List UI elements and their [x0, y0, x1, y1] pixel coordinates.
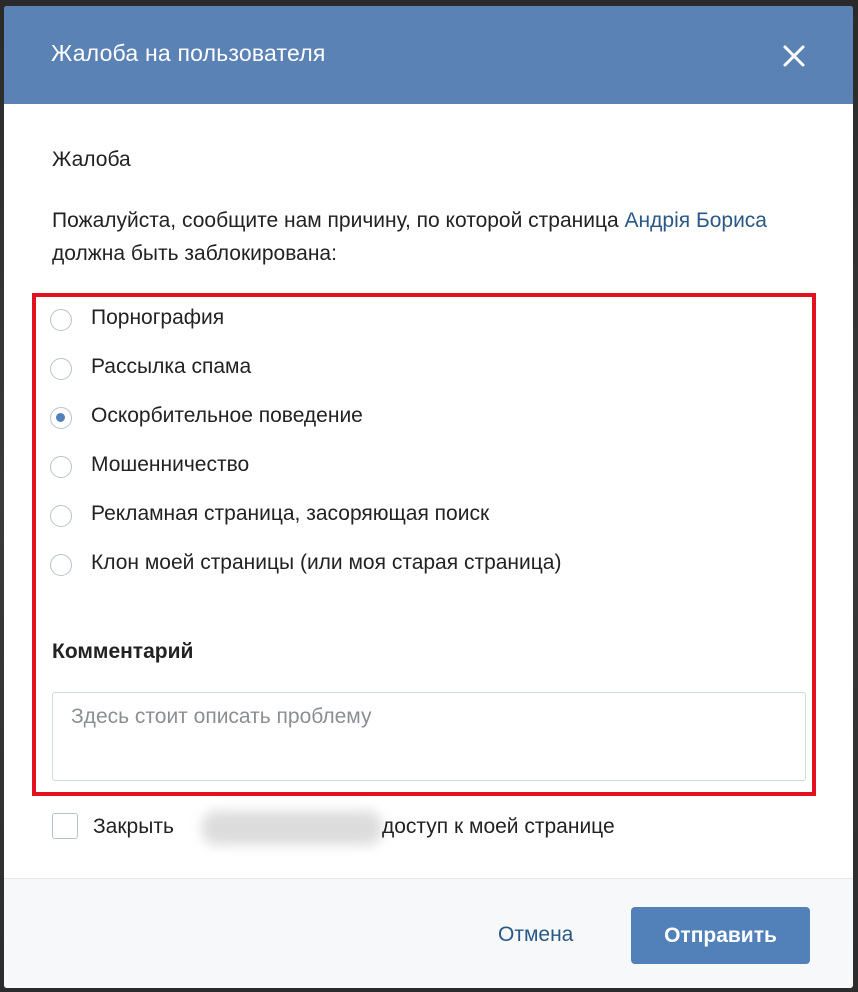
- report-user-dialog: Жалоба на пользователя Жалоба Пожалуйста…: [4, 6, 853, 988]
- reason-option-pornography[interactable]: Порнография: [50, 304, 810, 353]
- description-prefix: Пожалуйста, сообщите нам причину, по кот…: [52, 209, 625, 232]
- reason-radio-group: Порнография Рассылка спама Оскорбительно…: [50, 304, 810, 598]
- reason-option-fraud[interactable]: Мошенничество: [50, 451, 810, 500]
- reason-option-advertising-page[interactable]: Рекламная страница, засоряющая поиск: [50, 500, 810, 549]
- restrict-access-text-before: Закрыть: [93, 815, 174, 838]
- reason-option-spam[interactable]: Рассылка спама: [50, 353, 810, 402]
- dialog-title: Жалоба на пользователя: [51, 40, 326, 66]
- dialog-header: Жалоба на пользователя: [4, 6, 853, 104]
- complaint-section-title: Жалоба: [52, 148, 131, 171]
- radio-button[interactable]: [50, 309, 72, 331]
- cancel-button[interactable]: Отмена: [484, 915, 587, 955]
- reason-label: Клон моей страницы (или моя старая стран…: [91, 551, 562, 574]
- submit-button[interactable]: Отправить: [631, 907, 810, 964]
- radio-button[interactable]: [50, 456, 72, 478]
- restrict-access-option[interactable]: Закрыть доступ к моей странице: [52, 811, 752, 845]
- reason-label: Мошенничество: [91, 453, 250, 476]
- restrict-access-text-after: доступ к моей странице: [382, 815, 615, 838]
- complaint-description: Пожалуйста, сообщите нам причину, по кот…: [52, 204, 822, 270]
- reported-user-link[interactable]: Андрія Бориса: [625, 209, 767, 232]
- reason-label: Рекламная страница, засоряющая поиск: [91, 502, 490, 525]
- close-icon: [783, 45, 805, 67]
- description-suffix: должна быть заблокирована:: [52, 242, 337, 265]
- restrict-access-checkbox[interactable]: [52, 813, 78, 839]
- radio-button[interactable]: [50, 505, 72, 527]
- radio-button-selected[interactable]: [50, 407, 72, 429]
- radio-button[interactable]: [50, 358, 72, 380]
- dialog-footer: Отмена Отправить: [4, 878, 853, 988]
- close-button[interactable]: [778, 40, 810, 72]
- reason-option-clone-page[interactable]: Клон моей страницы (или моя старая стран…: [50, 549, 810, 598]
- reason-label: Порнография: [91, 306, 225, 329]
- comment-textarea[interactable]: [52, 692, 806, 781]
- radio-button[interactable]: [50, 554, 72, 576]
- blurred-user-name: [202, 811, 382, 845]
- reason-label: Рассылка спама: [91, 355, 252, 378]
- comment-label: Комментарий: [52, 640, 194, 663]
- reason-option-abusive-behavior[interactable]: Оскорбительное поведение: [50, 402, 810, 451]
- reason-label: Оскорбительное поведение: [91, 404, 363, 427]
